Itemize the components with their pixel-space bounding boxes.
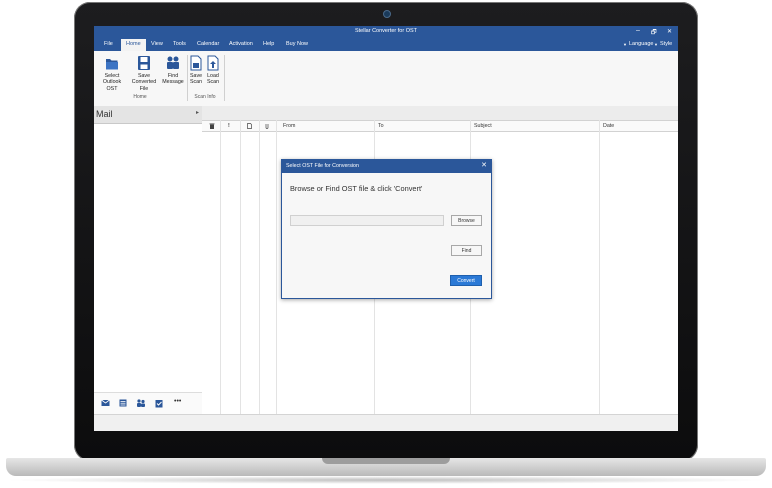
select-outlook-ost-label-2: Outlook OST [102,79,122,92]
dialog-heading: Browse or Find OST file & click 'Convert… [290,184,423,193]
delete-icon[interactable] [209,123,215,129]
column-date[interactable]: Date [603,123,614,129]
attachment-icon[interactable] [265,123,269,129]
select-ost-dialog: Select OST File for Conversion ✕ Browse … [281,159,492,299]
load-scan-label-2: Scan [206,79,220,86]
column-divider [599,120,600,414]
save-scan-button[interactable]: Save Scan [190,55,202,86]
style-menu[interactable]: Style [660,41,672,47]
app-window: Stellar Converter for OST – 🗗 ✕ File Hom… [94,26,678,431]
save-scan-label-2: Scan [190,79,203,86]
menu-home[interactable]: Home [121,39,146,51]
menu-tools[interactable]: Tools [173,41,186,47]
navigation-bar: ••• [94,392,202,415]
mail-icon[interactable] [101,399,110,407]
column-divider [276,120,277,414]
menu-buy-now[interactable]: Buy Now [286,41,308,47]
menu-activation[interactable]: Activation [229,41,253,47]
message-list-toolbar [202,106,678,120]
ribbon-group-home: Home [133,94,147,100]
find-people-icon [167,56,179,69]
ost-path-input[interactable] [290,215,444,226]
find-message-button[interactable]: Find Message [162,55,184,86]
window-title: Stellar Converter for OST [354,28,418,34]
folder-pane: Mail ▸ ••• [94,106,203,415]
save-converted-label-1: Save [137,73,151,79]
laptop-shadow [2,476,770,484]
folder-icon [106,59,118,70]
folder-pane-title: Mail [96,109,113,119]
dialog-title-bar: Select OST File for Conversion ✕ [282,160,491,173]
load-scan-label-1: Load [207,73,219,79]
menu-bar: File Home View Tools Calendar Activation… [94,38,678,51]
laptop-notch [322,458,450,464]
load-scan-button[interactable]: Load Scan [206,55,220,86]
save-scan-icon [190,55,202,71]
load-scan-icon [207,55,219,71]
collapse-pane-icon[interactable]: ▸ [196,109,199,116]
more-icon[interactable]: ••• [174,398,181,405]
save-icon [138,56,150,70]
column-header-row: ! From To Subject Date [202,120,678,132]
ribbon-separator [224,55,225,101]
dialog-title: Select OST File for Conversion [286,163,359,169]
document-icon[interactable] [247,123,252,129]
title-bar: Stellar Converter for OST – 🗗 ✕ [94,26,678,38]
importance-icon[interactable]: ! [228,123,230,129]
save-scan-label-1: Save [190,73,203,79]
browse-button[interactable]: Browse [451,215,482,226]
close-button[interactable]: ✕ [667,28,672,35]
minimize-button[interactable]: – [636,27,640,34]
column-from[interactable]: From [283,123,295,129]
select-outlook-ost-button[interactable]: Select Outlook OST [98,55,126,92]
ribbon: Select Outlook OST Save Converted File F… [94,51,678,107]
menu-help[interactable]: Help [263,41,274,47]
status-bar [94,414,678,431]
column-subject[interactable]: Subject [474,123,492,129]
column-divider [220,120,221,414]
style-chevron-icon: ▼ [654,42,658,47]
menu-view[interactable]: View [151,41,163,47]
contacts-icon[interactable] [136,399,146,407]
language-chevron-icon: ▼ [623,42,627,47]
menu-file[interactable]: File [104,41,113,47]
tasks-icon[interactable] [155,399,163,408]
dialog-close-icon[interactable]: ✕ [481,161,487,169]
maximize-button[interactable]: 🗗 [651,28,657,38]
calendar-list-icon[interactable] [119,399,127,407]
folder-pane-header: Mail ▸ [94,106,202,124]
select-outlook-ost-label-1: Select [104,73,120,79]
column-to[interactable]: To [378,123,384,129]
menu-calendar[interactable]: Calendar [197,41,219,47]
save-converted-label-2: Converted File [131,79,157,92]
ribbon-group-scan-info: Scan Info [194,94,216,100]
language-menu[interactable]: Language [629,41,653,47]
column-divider [240,120,241,414]
convert-button[interactable]: Convert [450,275,482,286]
column-divider [259,120,260,414]
find-message-label-1: Find [167,73,179,79]
webcam [383,10,391,18]
find-message-label-2: Message [162,79,184,86]
save-converted-file-button[interactable]: Save Converted File [128,55,160,92]
find-button[interactable]: Find [451,245,482,256]
